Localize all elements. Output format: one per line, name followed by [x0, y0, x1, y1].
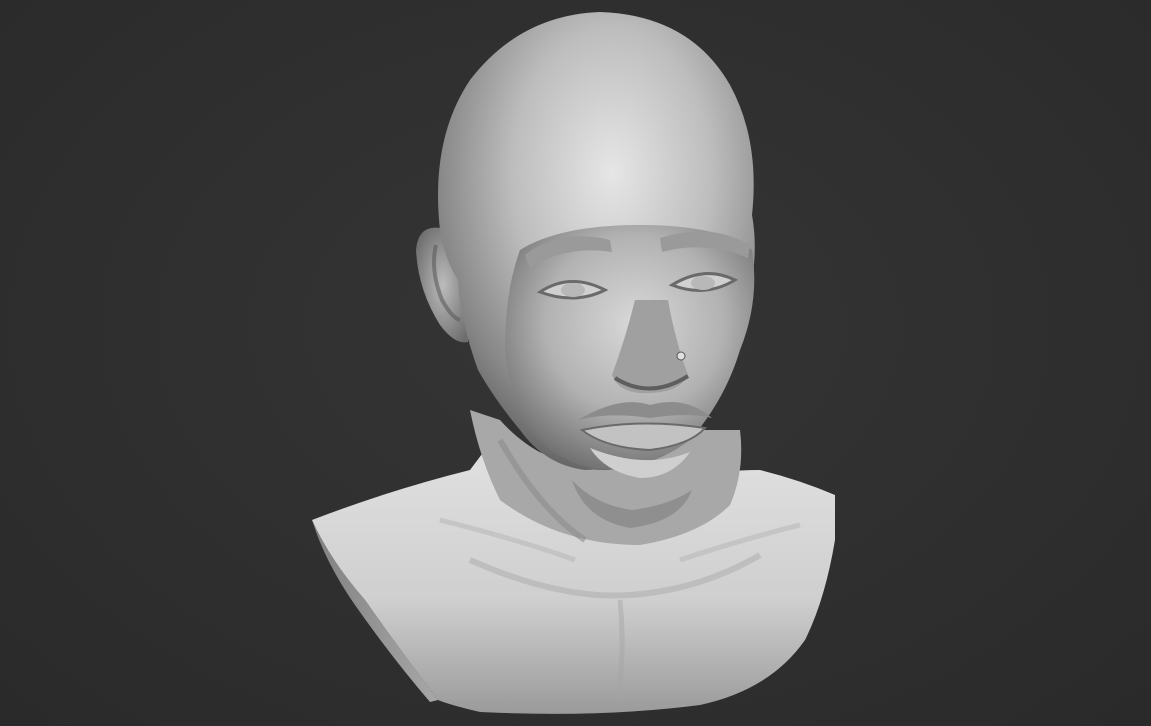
bust-model[interactable] — [0, 0, 1151, 726]
3d-viewport[interactable] — [0, 0, 1151, 726]
nose-ring — [676, 351, 686, 361]
